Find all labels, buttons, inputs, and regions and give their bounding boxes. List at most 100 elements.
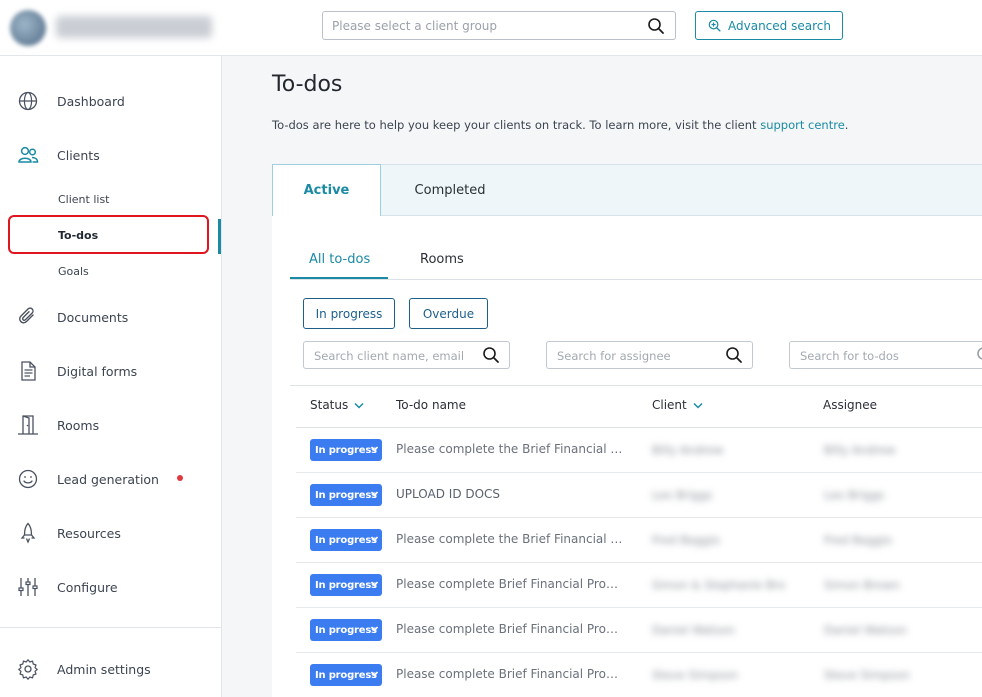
filter-overdue-button[interactable]: Overdue <box>409 298 488 329</box>
column-header-client-label: Client <box>652 398 687 412</box>
sidebar-item-lead-generation[interactable]: Lead generation <box>0 459 221 499</box>
sidebar-item-dashboard[interactable]: Dashboard <box>0 81 221 121</box>
assignee-search-input[interactable] <box>557 347 722 364</box>
todo-name[interactable]: Please complete the Brief Financial Pr..… <box>396 442 624 456</box>
sidebar: Dashboard Clients Client list To-dos Goa… <box>0 56 222 697</box>
column-header-assignee-label: Assignee <box>823 398 878 412</box>
sidebar-item-resources[interactable]: Resources <box>0 513 221 553</box>
sidebar-item-documents[interactable]: Documents <box>0 297 221 337</box>
page-description-end: . <box>844 118 849 132</box>
sidebar-subitem-goals[interactable]: Goals <box>0 257 221 287</box>
sidebar-subitem-label: Goals <box>58 265 89 278</box>
chevron-down-icon <box>371 446 378 452</box>
sidebar-item-label: Resources <box>57 525 121 541</box>
status-badge[interactable]: In progress <box>310 574 382 596</box>
status-badge[interactable]: In progress <box>310 439 382 461</box>
brand-name <box>56 16 212 38</box>
assignee-name: Steve Simpson <box>824 668 910 682</box>
client-search-box[interactable] <box>303 341 510 369</box>
column-header-name-label: To-do name <box>396 398 466 412</box>
status-tabs: Active Completed <box>272 164 982 216</box>
sidebar-subitem-client-list[interactable]: Client list <box>0 185 221 215</box>
table-row[interactable]: In progress Please complete Brief Financ… <box>296 653 982 697</box>
brand-logo[interactable] <box>10 10 46 46</box>
client-name: Steve Simpson <box>652 668 738 682</box>
column-header-status[interactable]: Status <box>310 398 364 412</box>
client-search-input[interactable] <box>314 347 479 364</box>
sidebar-subitem-label: Client list <box>58 193 110 206</box>
client-name: Simon & Stephanie Bro <box>652 578 786 592</box>
sidebar-item-label: Rooms <box>57 417 100 433</box>
search-icon[interactable] <box>482 346 500 364</box>
status-badge-label: In progress <box>315 534 377 546</box>
sidebar-item-digital-forms[interactable]: Digital forms <box>0 351 221 391</box>
column-header-client[interactable]: Client <box>652 398 703 412</box>
users-icon <box>18 146 39 163</box>
client-name: Fred Baggio <box>652 533 721 547</box>
table-row[interactable]: In progress Please complete Brief Financ… <box>296 563 982 608</box>
sidebar-item-rooms[interactable]: Rooms <box>0 405 221 445</box>
assignee-name: Fred Baggio <box>824 533 893 547</box>
sidebar-divider <box>0 627 221 628</box>
gear-icon <box>18 659 38 680</box>
search-icon[interactable] <box>976 346 982 364</box>
client-name: Leo Briggs <box>652 488 713 502</box>
sidebar-item-label: Documents <box>57 309 129 325</box>
tab-completed[interactable]: Completed <box>384 164 516 216</box>
door-icon <box>18 415 38 435</box>
sidebar-item-label: Clients <box>57 147 100 163</box>
sidebar-item-admin-settings[interactable]: Admin settings <box>0 649 221 689</box>
sidebar-item-configure[interactable]: Configure <box>0 567 221 607</box>
table-row[interactable]: In progress Please complete the Brief Fi… <box>296 428 982 473</box>
todo-name[interactable]: Please complete Brief Financial Profile <box>396 622 624 636</box>
table-row[interactable]: In progress UPLOAD ID DOCS Leo Briggs Le… <box>296 473 982 518</box>
todo-search-box[interactable] <box>789 341 982 369</box>
subtab-rooms[interactable]: Rooms <box>420 252 464 267</box>
status-badge[interactable]: In progress <box>310 619 382 641</box>
status-badge[interactable]: In progress <box>310 529 382 551</box>
client-group-search-input[interactable] <box>332 17 632 35</box>
filter-in-progress-button[interactable]: In progress <box>303 298 395 329</box>
tab-active[interactable]: Active <box>272 164 381 216</box>
advanced-search-label: Advanced search <box>728 18 831 33</box>
search-icon[interactable] <box>647 17 665 35</box>
advanced-search-button[interactable]: Advanced search <box>695 11 843 40</box>
search-icon[interactable] <box>725 346 743 364</box>
status-badge[interactable]: In progress <box>310 484 382 506</box>
sidebar-item-label: Digital forms <box>57 363 138 379</box>
page-description: To-dos are here to help you keep your cl… <box>272 118 848 132</box>
support-centre-link[interactable]: support centre <box>760 118 845 132</box>
assignee-name: Leo Briggs <box>824 488 885 502</box>
todo-name[interactable]: Please complete Brief Financial Profile <box>396 577 624 591</box>
client-name: Billy Andrew <box>652 443 724 457</box>
table-top-border <box>290 385 982 386</box>
chevron-down-icon <box>371 626 378 632</box>
assignee-name: Billy Andrew <box>824 443 896 457</box>
page-title: To-dos <box>272 72 343 97</box>
assignee-search-box[interactable] <box>546 341 753 369</box>
sidebar-item-label: Dashboard <box>57 93 125 109</box>
subtab-all-todos[interactable]: All to-dos <box>309 252 370 267</box>
table-row[interactable]: In progress Please complete the Brief Fi… <box>296 518 982 563</box>
assignee-name: Simon Brown <box>824 578 900 592</box>
sliders-icon <box>18 578 38 596</box>
todo-name[interactable]: UPLOAD ID DOCS <box>396 487 500 501</box>
todo-name[interactable]: Please complete the Brief Financial Pr..… <box>396 532 624 546</box>
status-badge[interactable]: In progress <box>310 664 382 686</box>
todo-name[interactable]: Please complete Brief Financial Profile <box>396 667 624 681</box>
client-group-search[interactable] <box>322 11 676 40</box>
sidebar-item-label: Lead generation <box>57 471 159 487</box>
chevron-down-icon <box>371 536 378 542</box>
status-badge-label: In progress <box>315 624 377 636</box>
zoom-in-icon <box>708 19 721 32</box>
status-badge-label: In progress <box>315 489 377 501</box>
page-description-text: To-dos are here to help you keep your cl… <box>272 118 761 132</box>
smiley-icon <box>18 469 38 489</box>
client-name: Daniel Watson <box>652 623 735 637</box>
sidebar-item-clients[interactable]: Clients <box>0 135 221 175</box>
chevron-down-icon <box>371 491 378 497</box>
highlight-box <box>8 215 209 254</box>
subtabs-divider <box>290 279 982 280</box>
table-row[interactable]: In progress Please complete Brief Financ… <box>296 608 982 653</box>
todo-search-input[interactable] <box>800 347 970 364</box>
